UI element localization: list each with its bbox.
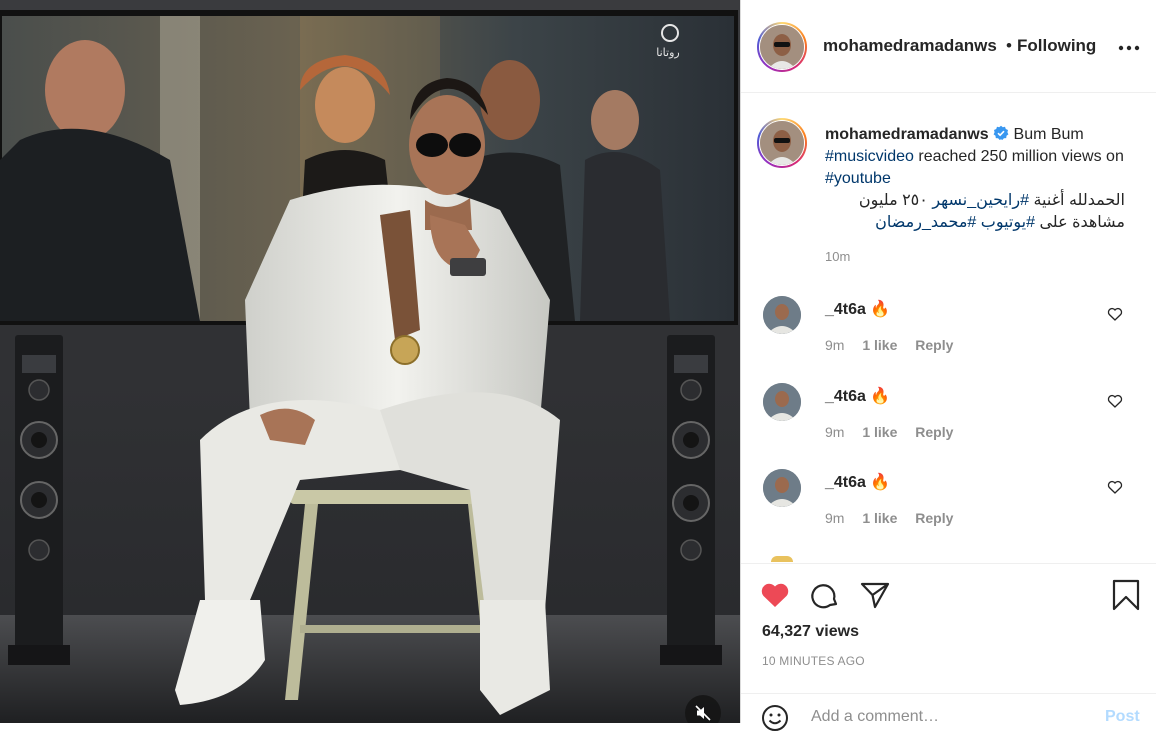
reply-button[interactable]: Reply [915,337,953,353]
comment-item: _4t6a 🔥 9m 1 like Reply [741,469,1156,549]
comment-likes[interactable]: 1 like [862,510,897,526]
hashtag-youtube[interactable]: #youtube [825,170,891,187]
arabic-text-2: مشاهدة على [1039,214,1125,231]
reply-button[interactable]: Reply [915,510,953,526]
comment-username[interactable]: _4t6a 🔥 [825,299,890,319]
right-speaker [660,335,722,665]
post-actions: 64,327 views 10 MINUTES AGO Post [741,563,1156,731]
left-speaker [8,335,70,665]
comment-like-heart-icon[interactable] [1107,479,1123,495]
comment-item: _4t6a 🔥 9m 1 like Reply [741,296,1156,376]
more-options-icon[interactable] [1117,38,1141,58]
comment-avatar[interactable] [763,296,801,334]
fire-emoji: 🔥 [870,474,891,491]
comment-meta: 9m 1 like Reply [825,510,967,526]
comment-meta: 9m 1 like Reply [825,424,967,440]
hashtag-arabic-3[interactable]: #محمد_رمضان [875,214,976,231]
add-comment-row: Post [741,693,1156,734]
channel-logo-text: روتانا [656,46,679,59]
fire-emoji: 🔥 [870,301,891,318]
post-header: mohamedramadanws • Following [741,0,1156,93]
comment-meta: 9m 1 like Reply [825,337,967,353]
profile-photo [760,25,804,69]
volume-muted-icon [695,705,711,721]
post-comment-button[interactable]: Post [1105,708,1140,726]
caption-text-mid: reached 250 million views on [918,148,1124,165]
view-count[interactable]: 64,327 views [762,623,859,641]
header-avatar[interactable] [757,22,807,72]
arabic-text-1b: ٢٥٠ مليون [858,192,928,209]
comment-username[interactable]: _4t6a 🔥 [825,472,890,492]
comment-item: _4t6a 🔥 9m 1 like Reply [741,383,1156,463]
caption-time[interactable]: 10m [825,249,850,264]
comment-time[interactable]: 9m [825,510,844,526]
reply-button[interactable]: Reply [915,424,953,440]
arabic-text-1: الحمدلله أغنية [1033,192,1125,209]
comment-username[interactable]: _4t6a 🔥 [825,386,890,406]
profile-photo [760,121,804,165]
comment-like-heart-icon[interactable] [1107,306,1123,322]
hashtag-arabic-1[interactable]: #رايحين_نسهر [932,192,1029,209]
commenter-photo [763,383,801,421]
hashtag-musicvideo[interactable]: #musicvideo [825,148,914,165]
comment-icon[interactable] [809,579,841,611]
verified-badge-icon [993,125,1009,140]
comment-avatar[interactable] [763,383,801,421]
hashtag-arabic-2[interactable]: #يوتيوب [981,214,1035,231]
separator-dot: • [1006,36,1012,55]
comment-avatar[interactable] [763,469,801,507]
add-comment-input[interactable] [811,708,1081,726]
caption-text-start: Bum Bum [1013,126,1084,143]
header-username[interactable]: mohamedramadanws [823,36,997,56]
post-caption: mohamedramadanws Bum Bum #musicvideo rea… [825,124,1125,234]
comment-time[interactable]: 9m [825,337,844,353]
bookmark-icon[interactable] [1110,579,1142,611]
caption-avatar[interactable] [757,118,807,168]
arabic-caption-line-1: الحمدلله أغنية #رايحين_نسهر ٢٥٠ مليون [825,190,1125,212]
following-button[interactable]: Following [1017,36,1096,56]
video-frame: روتانا [0,0,740,723]
heart-filled-icon[interactable] [759,579,791,611]
comment-time[interactable]: 9m [825,424,844,440]
comment-likes[interactable]: 1 like [862,337,897,353]
comment-like-heart-icon[interactable] [1107,393,1123,409]
arabic-caption-line-2: مشاهدة على #يوتيوب #محمد_رمضان [825,212,1125,234]
share-icon[interactable] [859,579,891,611]
posted-time: 10 MINUTES AGO [762,654,865,668]
commenter-photo [763,469,801,507]
comment-likes[interactable]: 1 like [862,424,897,440]
next-comment-avatar-partial [771,556,793,562]
emoji-smiley-icon[interactable] [761,704,789,732]
post-video[interactable]: روتانا [0,0,740,723]
commenter-photo [763,296,801,334]
fire-emoji: 🔥 [870,388,891,405]
post-sidebar: mohamedramadanws • Following mohamedrama… [740,0,1156,731]
caption-username[interactable]: mohamedramadanws [825,126,989,143]
instagram-post-modal: روتانا mohamedramadanws • Following moha… [0,0,1156,731]
mute-toggle-button[interactable] [685,695,721,723]
